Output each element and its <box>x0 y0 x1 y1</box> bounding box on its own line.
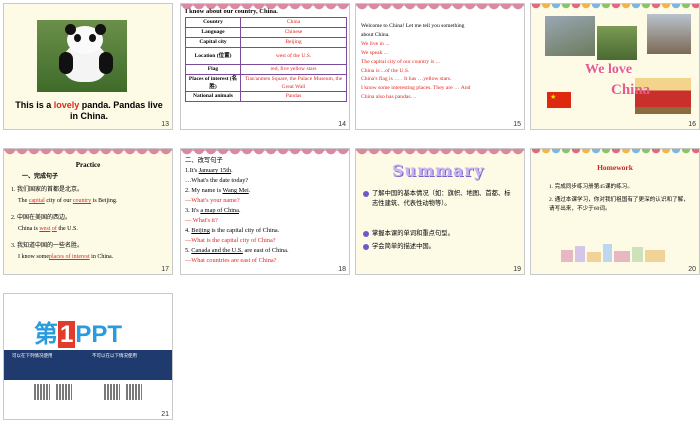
table-row: Capital city Beijing <box>185 37 347 48</box>
slide-heading: I know about our country, China. <box>185 8 278 15</box>
slide-thumbnail-14[interactable]: I know about our country, China. Country… <box>180 3 350 130</box>
slide-number: 14 <box>338 121 346 128</box>
panda-photo <box>597 26 637 60</box>
we-love-text: We love <box>585 62 633 77</box>
table-row: Places of interest (名胜) Tian'anmen Square… <box>185 74 347 92</box>
town-illustration <box>561 244 665 262</box>
table-row: National animals Pandas <box>185 91 347 102</box>
highlight-word: lovely <box>53 100 80 110</box>
slide-number: 15 <box>513 121 521 128</box>
slide-title: Practice <box>75 161 101 169</box>
slide-text: Welcome to China! Let me tell you someth… <box>361 23 471 101</box>
slide-number: 17 <box>161 266 169 273</box>
bullet-icon <box>363 231 369 237</box>
country-info-table: Country China Language Chinese Capital cit… <box>185 17 347 102</box>
slide-number: 18 <box>338 266 346 273</box>
table-row: Language Chinese <box>185 27 347 38</box>
slide-thumbnail-15[interactable]: Welcome to China! Let me tell you someth… <box>355 3 525 130</box>
slide-number: 19 <box>513 266 521 273</box>
qr-code <box>56 384 72 400</box>
qr-code <box>104 384 120 400</box>
slide-number: 21 <box>161 411 169 418</box>
slide-thumbnail-16[interactable]: We love China ★ 16 <box>530 3 700 130</box>
bullet-icon <box>363 191 369 197</box>
slide-thumbnail-18[interactable]: 二、改写句子 1.It's January 15th. …What's the … <box>180 148 350 275</box>
logo: 第1PPT <box>34 321 123 348</box>
summary-title: Summary <box>392 161 485 180</box>
china-text: China <box>611 82 651 98</box>
slide-thumbnail-21[interactable]: 第1PPT 可以在下列情况使用 不可以在以下情况使用 21 <box>3 293 173 420</box>
panda-photo <box>37 20 127 92</box>
great-wall-photo <box>545 16 595 56</box>
slide-caption: This is a lovely panda. Pandas live in C… <box>15 100 163 121</box>
slide-number: 13 <box>161 121 169 128</box>
slide-number: 16 <box>688 121 696 128</box>
china-flag: ★ <box>547 92 571 108</box>
landmark-photo <box>647 14 691 54</box>
table-row: Country China <box>185 17 347 28</box>
table-row: Location (位置) west of the U.S. <box>185 47 347 65</box>
table-row: Flag red, five yellow stars <box>185 64 347 75</box>
slide-thumbnail-17[interactable]: Practice 一、完成句子 1. 我们国家的首都是北京。 The capit… <box>3 148 173 275</box>
bullet-icon <box>363 244 369 250</box>
qr-code <box>34 384 50 400</box>
slide-number: 20 <box>688 266 696 273</box>
info-band: 可以在下列情况使用 不可以在以下情况使用 <box>4 350 172 380</box>
slide-thumbnail-19[interactable]: Summary 了解中国的基本情况（如：旗帜、地图、首都、标志性建筑、代表性动物… <box>355 148 525 275</box>
qr-code <box>126 384 142 400</box>
slide-thumbnail-13[interactable]: This is a lovely panda. Pandas live in C… <box>3 3 173 130</box>
slide-thumbnail-20[interactable]: Homework 1. 完成同步练习册第45课的练习。 2. 通过本课学习，你对… <box>530 148 700 275</box>
homework-title: Homework <box>597 163 633 172</box>
